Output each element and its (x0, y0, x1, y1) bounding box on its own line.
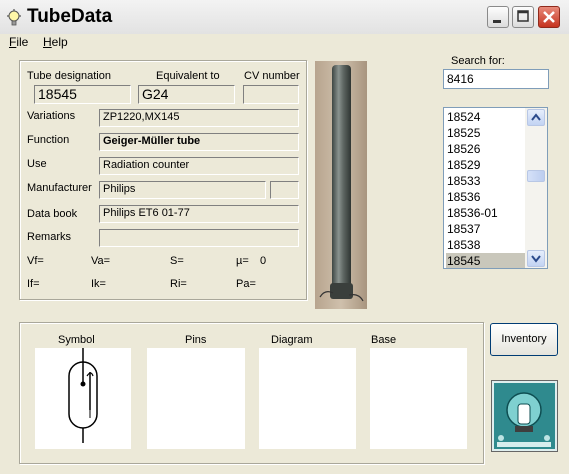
list-item[interactable]: 18538 (446, 237, 531, 253)
minimize-icon (493, 20, 501, 23)
equivalent-field[interactable]: G24 (138, 85, 235, 104)
maximize-button[interactable] (512, 6, 534, 28)
close-icon (543, 11, 555, 23)
manufacturer-code-field[interactable] (270, 181, 299, 199)
search-input[interactable] (443, 69, 549, 89)
if-label: If= (27, 278, 40, 290)
mu-label: µ= (236, 255, 249, 267)
list-item[interactable]: 18529 (446, 157, 531, 173)
remarks-label: Remarks (27, 231, 72, 243)
ri-label: Ri= (170, 278, 187, 290)
manufacturer-label: Manufacturer (27, 182, 92, 194)
cv-number-label: CV number (244, 70, 300, 82)
minimize-button[interactable] (487, 6, 509, 28)
pa-label: Pa= (236, 278, 256, 290)
pins-label: Pins (185, 334, 207, 346)
diagram-box (259, 348, 356, 449)
tube-designation-label: Tube designation (27, 70, 111, 82)
list-item[interactable]: 18525 (446, 125, 531, 141)
list-item[interactable]: 18533 (446, 173, 531, 189)
menu-help[interactable]: Help (43, 35, 68, 49)
scroll-down-button[interactable] (527, 250, 545, 267)
lightbulb-icon (6, 9, 22, 27)
function-label: Function (27, 134, 70, 146)
base-label: Base (371, 334, 397, 346)
scroll-thumb[interactable] (527, 170, 545, 182)
tube-photo (315, 61, 367, 309)
use-label: Use (27, 158, 47, 170)
geiger-tube-symbol-icon (68, 348, 98, 443)
diagram-label: Diagram (271, 334, 313, 346)
variations-label: Variations (27, 110, 76, 122)
function-field[interactable]: Geiger-Müller tube (99, 133, 299, 151)
menu-bar (0, 34, 569, 52)
menu-file[interactable]: File (9, 35, 28, 49)
base-box (370, 348, 467, 449)
pins-box (147, 348, 245, 449)
tube-logo (491, 380, 558, 452)
vf-label: Vf= (27, 255, 44, 267)
chevron-down-icon (531, 255, 541, 263)
close-button[interactable] (538, 6, 560, 28)
window-title: TubeData (27, 6, 113, 27)
chevron-up-icon (531, 113, 541, 121)
databook-label: Data book (27, 208, 78, 220)
databook-field[interactable]: Philips ET6 01-77 (99, 205, 299, 223)
va-label: Va= (91, 255, 111, 267)
variations-field[interactable]: ZP1220,MX145 (99, 109, 299, 127)
list-scrollbar[interactable] (525, 108, 547, 268)
inventory-button[interactable]: Inventory (490, 323, 558, 356)
equivalent-label: Equivalent to (156, 70, 220, 82)
list-item[interactable]: 18524 (446, 109, 531, 125)
list-item[interactable]: 18536 (446, 189, 531, 205)
manufacturer-field[interactable]: Philips (99, 181, 266, 199)
list-item[interactable]: 18526 (446, 141, 531, 157)
remarks-field[interactable] (99, 229, 299, 247)
list-item[interactable]: 18536-01 (446, 205, 531, 221)
tube-designation-field[interactable]: 18545 (34, 85, 131, 104)
list-item-selected[interactable]: 18545 (446, 253, 531, 268)
symbol-label: Symbol (58, 334, 95, 346)
maximize-icon (517, 10, 529, 22)
scroll-up-button[interactable] (527, 109, 545, 126)
symbol-box (35, 348, 131, 449)
mu-value: 0 (260, 255, 267, 267)
s-label: S= (170, 255, 184, 267)
list-item[interactable]: 18537 (446, 221, 531, 237)
use-field[interactable]: Radiation counter (99, 157, 299, 175)
search-label: Search for: (451, 55, 505, 67)
ik-label: Ik= (91, 278, 106, 290)
cv-number-field[interactable] (243, 85, 299, 104)
